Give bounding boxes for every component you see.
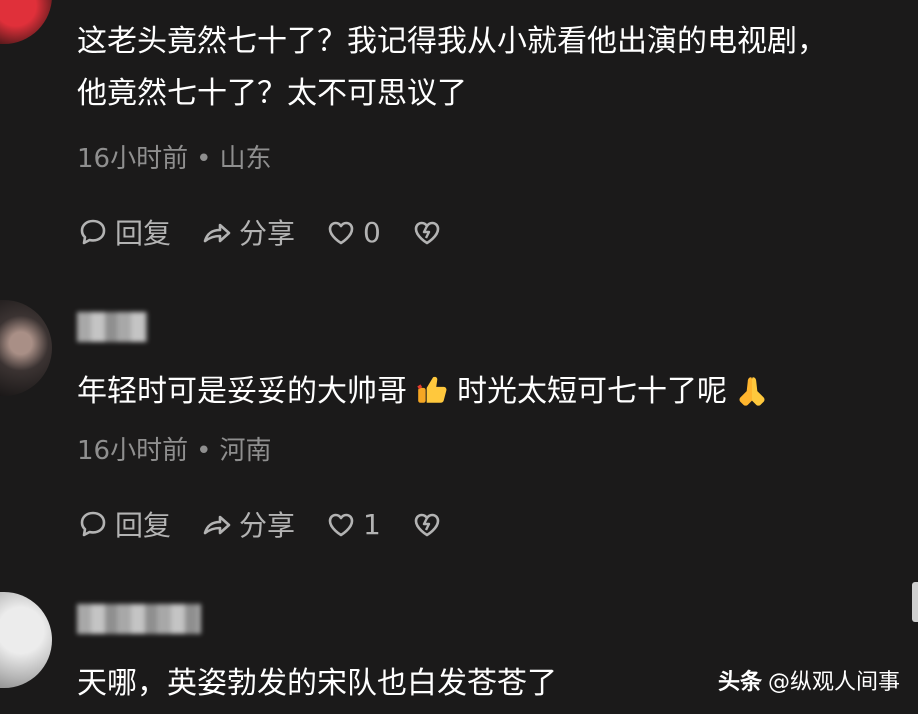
like-button[interactable]: 0 (325, 216, 381, 249)
watermark-account: @纵观人间事 (767, 670, 900, 695)
comment-time: 16小时前 (77, 144, 189, 174)
separator-dot: • (196, 144, 212, 174)
share-arrow-icon (203, 223, 231, 243)
comment-time: 16小时前 (77, 436, 189, 466)
comment-line: 他竟然七十了？太不可思议了 (77, 76, 467, 111)
username-blurred[interactable] (77, 312, 147, 342)
avatar[interactable] (0, 0, 52, 44)
avatar[interactable] (0, 300, 52, 396)
scroll-edge-indicator (912, 582, 918, 622)
like-count: 0 (363, 215, 381, 249)
share-label: 分享 (239, 217, 296, 250)
share-arrow-icon (203, 515, 231, 535)
dislike-button[interactable] (411, 216, 449, 248)
comment-actions: 回复 分享 1 (77, 504, 479, 544)
separator-dot: • (196, 436, 212, 466)
reply-label: 回复 (115, 217, 172, 250)
thumbs-up-emoji (417, 376, 447, 403)
comment-bubble-icon (80, 511, 106, 537)
like-count: 1 (363, 507, 381, 541)
share-label: 分享 (239, 509, 296, 542)
comment-text-part: 天哪，英姿勃发的宋队也白发苍苍了 (77, 666, 557, 701)
like-button[interactable]: 1 (325, 508, 381, 541)
dislike-button[interactable] (411, 508, 449, 540)
folded-hands-emoji (739, 377, 765, 406)
comment-actions: 回复 分享 0 (77, 212, 479, 252)
heart-outline-icon (328, 513, 354, 537)
comment-meta: 16小时前 • 山东 (77, 138, 271, 175)
watermark-brand: 头条 (717, 670, 762, 695)
reply-label: 回复 (115, 509, 172, 542)
share-button[interactable]: 分享 (201, 504, 295, 544)
broken-heart-icon (414, 221, 440, 245)
heart-outline-icon (328, 221, 354, 245)
comment-text-part: 时光太短可七十了呢 (457, 374, 727, 409)
comment-location: 河南 (219, 436, 272, 466)
comment-bubble-icon (80, 219, 106, 245)
comment-text: 这老头竟然七十了？我记得我从小就看他出演的电视剧， 他竟然七十了？太不可思议了 (77, 16, 827, 120)
comment-location: 山东 (219, 144, 272, 174)
comment-text: 天哪，英姿勃发的宋队也白发苍苍了 (77, 658, 557, 710)
comment-meta: 16小时前 • 河南 (77, 430, 271, 467)
comment-text: 年轻时可是妥妥的大帅哥 时光太短可七十了呢 (77, 366, 777, 418)
share-button[interactable]: 分享 (201, 212, 295, 252)
watermark: 头条 @纵观人间事 (718, 664, 900, 696)
comment-line: 这老头竟然七十了？我记得我从小就看他出演的电视剧， (77, 24, 827, 59)
comment-text-part: 年轻时可是妥妥的大帅哥 (77, 374, 407, 409)
username-blurred[interactable] (77, 604, 201, 634)
avatar[interactable] (0, 592, 52, 688)
reply-button[interactable]: 回复 (77, 504, 171, 544)
broken-heart-icon (414, 513, 440, 537)
reply-button[interactable]: 回复 (77, 212, 171, 252)
